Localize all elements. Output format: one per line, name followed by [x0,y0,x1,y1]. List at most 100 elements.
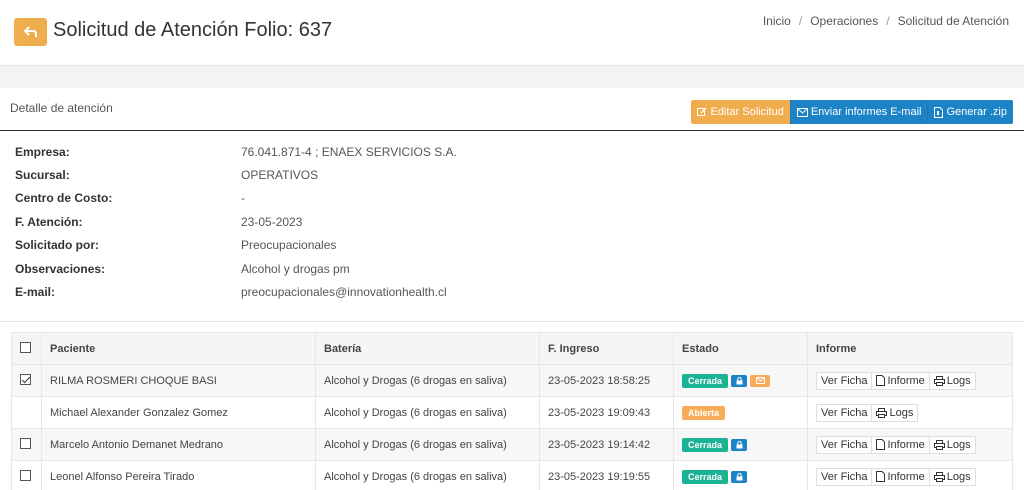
report-actions: Ver Ficha Informe Logs [807,460,1013,490]
send-email-label: Enviar informes E-mail [810,106,922,118]
detail-value: 23-05-2023 [241,215,303,229]
back-button[interactable] [14,18,47,46]
breadcrumb-separator: / [798,14,803,28]
page-title: Solicitud de Atención Folio: 637 [53,19,333,41]
column-header-paciente[interactable]: Paciente [41,332,316,365]
edit-request-label: Editar Solicitud [710,106,784,118]
logs-button[interactable]: Logs [928,435,976,454]
report-actions: Ver Ficha Informe Logs [807,364,1013,397]
generate-zip-label: Generar .zip [946,106,1007,118]
column-header-estado[interactable]: Estado [673,332,808,365]
logs-label: Logs [946,470,971,483]
view-record-label: Ver Ficha [821,406,868,419]
print-icon [933,439,945,450]
logs-label: Logs [889,406,914,419]
breadcrumb: Inicio / Operaciones / Solicitud de Aten… [763,14,1009,28]
status-cell: Cerrada [673,428,808,461]
breadcrumb-operaciones[interactable]: Operaciones [810,14,878,28]
detail-label: E-mail: [15,285,56,299]
row-checkbox[interactable] [20,469,31,481]
status-badge: Cerrada [682,373,729,388]
lock-icon[interactable] [731,374,748,387]
breadcrumb-inicio[interactable]: Inicio [763,14,791,28]
status-cell: Cerrada [673,460,808,490]
detail-row-fecha-atencion: F. Atención: 23-05-2023 [15,215,302,229]
print-icon [933,471,945,482]
view-record-label: Ver Ficha [821,374,868,387]
report-button[interactable]: Informe [871,371,930,390]
entry-date: 23-05-2023 19:14:42 [539,428,674,461]
patient-name: Marcelo Antonio Demanet Medrano [41,428,316,461]
file-icon [876,471,886,482]
table-row: RILMA ROSMERI CHOQUE BASI Alcohol y Drog… [11,364,1013,397]
row-checkbox[interactable] [20,373,31,385]
detail-label: Empresa: [15,145,70,159]
report-label: Informe [887,374,925,387]
row-select-cell [11,364,42,397]
generate-zip-button[interactable]: Generar .zip [927,100,1013,124]
patient-name: RILMA ROSMERI CHOQUE BASI [41,364,316,397]
view-record-label: Ver Ficha [821,438,868,451]
entry-date: 23-05-2023 18:58:25 [539,364,674,397]
detail-row-email: E-mail: preocupacionales@innovationhealth… [15,285,447,299]
column-header-ingreso[interactable]: F. Ingreso [539,332,674,365]
battery-name: Alcohol y Drogas (6 drogas en saliva) [315,364,540,397]
edit-request-button[interactable]: Editar Solicitud [691,100,790,124]
detail-value: OPERATIVOS [241,168,319,182]
status-cell: Cerrada [673,364,808,397]
entry-date: 23-05-2023 19:09:43 [539,396,674,429]
action-button-group: Editar Solicitud Enviar informes E-mail … [691,100,1013,124]
detail-row-centro-costo: Centro de Costo: - [15,191,245,205]
view-record-button[interactable]: Ver Ficha [816,371,873,390]
detail-label: Observaciones: [15,262,106,276]
lock-icon[interactable] [731,470,748,483]
detail-panel: Detalle de atención Editar Solicitud Env… [0,88,1024,490]
row-checkbox[interactable] [20,437,31,449]
patients-table: Paciente Batería F. Ingreso Estado Infor… [11,332,1013,490]
battery-name: Alcohol y Drogas (6 drogas en saliva) [315,396,540,429]
status-cell: Abierta [673,396,808,429]
battery-name: Alcohol y Drogas (6 drogas en saliva) [315,460,540,490]
status-badge: Abierta [682,405,726,420]
detail-value: preocupacionales@innovationhealth.cl [241,285,447,299]
detail-label: Solicitado por: [15,238,99,252]
detail-value: - [241,191,245,205]
lock-icon[interactable] [731,438,748,451]
logs-label: Logs [946,438,971,451]
detail-row-observaciones: Observaciones: Alcohol y drogas pm [15,262,350,276]
logs-button[interactable]: Logs [928,371,976,390]
detail-row-solicitado-por: Solicitado por: Preocupacionales [15,238,336,252]
report-label: Informe [887,438,925,451]
panel-title: Detalle de atención [10,101,113,115]
logs-button[interactable]: Logs [928,467,976,486]
entry-date: 23-05-2023 19:19:55 [539,460,674,490]
detail-fields: Empresa: 76.041.871-4 ; ENAEX SERVICIOS S… [0,131,1024,322]
report-button[interactable]: Informe [871,435,930,454]
view-record-label: Ver Ficha [821,470,868,483]
column-header-bateria[interactable]: Batería [315,332,540,365]
detail-value: 76.041.871-4 ; ENAEX SERVICIOS S.A. [241,145,457,159]
status-badge: Cerrada [682,437,729,452]
table-row: Marcelo Antonio Demanet Medrano Alcohol … [11,428,1013,461]
select-all-checkbox[interactable] [20,341,31,353]
view-record-button[interactable]: Ver Ficha [816,403,873,422]
breadcrumb-solicitud: Solicitud de Atención [897,14,1009,28]
table-row: Leonel Alfonso Pereira Tirado Alcohol y … [11,460,1013,490]
logs-button[interactable]: Logs [871,403,919,422]
detail-label: F. Atención: [15,215,83,229]
select-all-header [11,332,42,365]
report-label: Informe [887,470,925,483]
report-button[interactable]: Informe [871,467,930,486]
view-record-button[interactable]: Ver Ficha [816,467,873,486]
view-record-button[interactable]: Ver Ficha [816,435,873,454]
row-select-cell [11,460,42,490]
file-icon [876,439,886,450]
patient-name: Leonel Alfonso Pereira Tirado [41,460,316,490]
detail-value: Preocupacionales [241,238,337,252]
envelope-icon[interactable] [750,374,771,387]
detail-label: Sucursal: [15,168,70,182]
detail-value: Alcohol y drogas pm [241,262,350,276]
table-header-row: Paciente Batería F. Ingreso Estado Infor… [11,332,1013,365]
patient-name: Michael Alexander Gonzalez Gomez [41,396,316,429]
send-email-button[interactable]: Enviar informes E-mail [789,100,928,124]
